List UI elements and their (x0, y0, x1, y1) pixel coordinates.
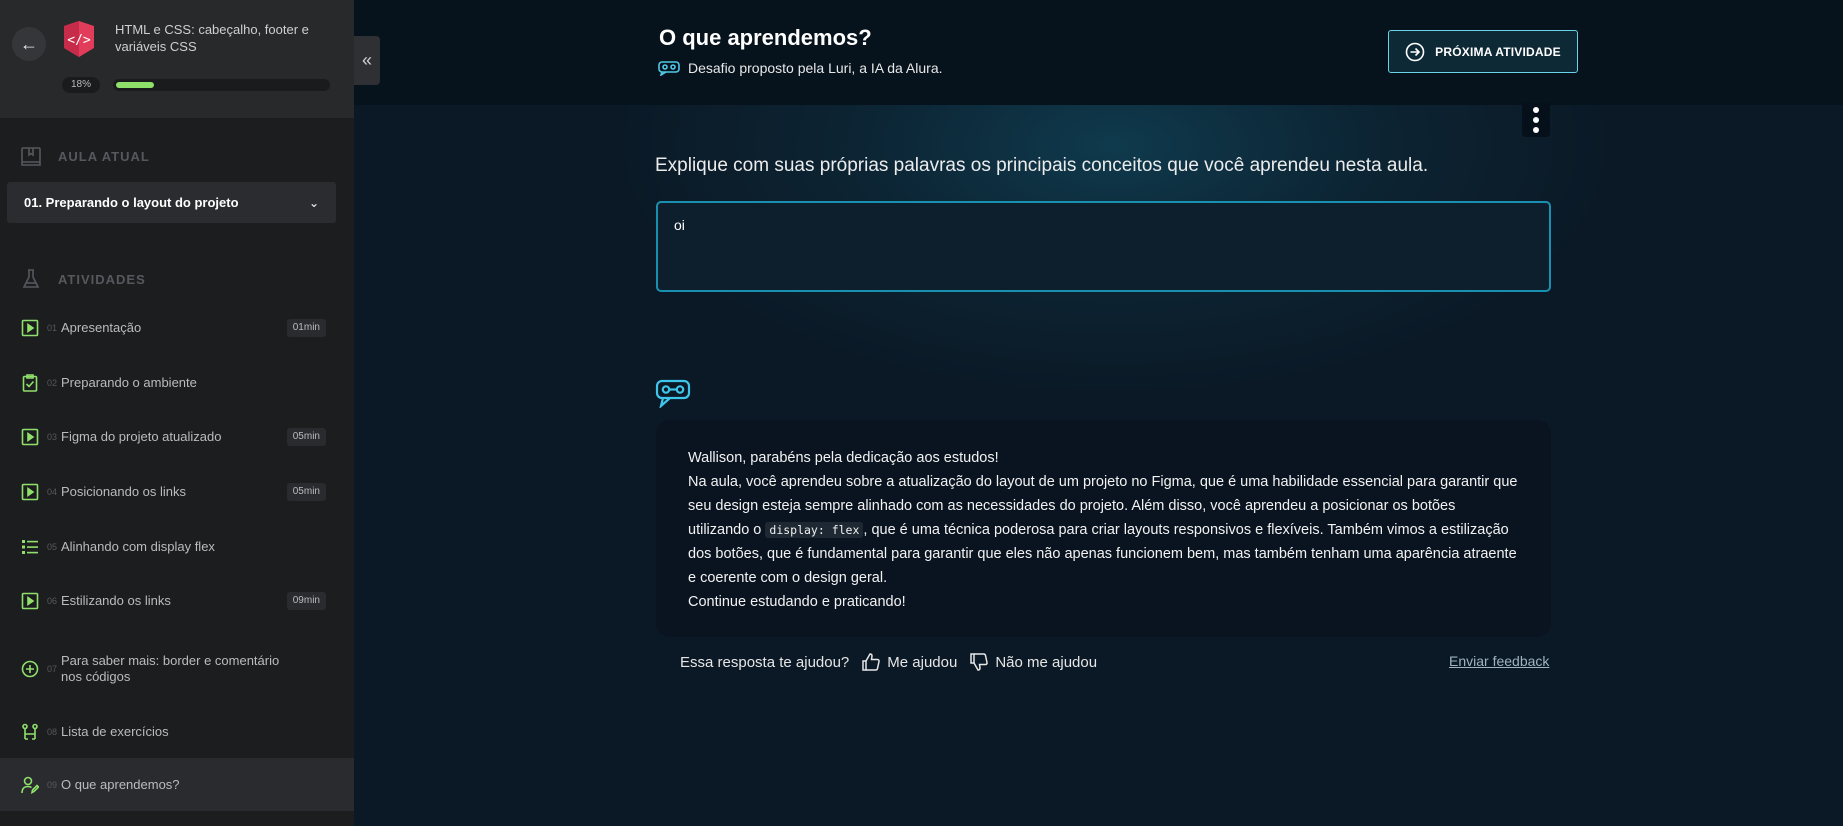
thumbs-down-icon (970, 653, 989, 671)
feedback-greeting: Wallison, parabéns pela dedicação aos es… (688, 450, 999, 466)
kebab-dot (1533, 127, 1539, 133)
exercise-icon (22, 723, 38, 740)
activity-duration: 01min (286, 319, 326, 337)
activity-item[interactable]: 03 Figma do projeto atualizado 05min (0, 417, 354, 457)
kebab-dot (1533, 107, 1539, 113)
aula-atual-label: AULA ATUAL (58, 148, 150, 164)
video-icon (21, 483, 39, 501)
feedback-card: Wallison, parabéns pela dedicação aos es… (656, 420, 1551, 637)
activity-label: Estilizando os links (61, 593, 171, 608)
progress-bar (113, 79, 330, 91)
helpful-no-button[interactable]: Não me ajudou (969, 652, 1097, 672)
activity-label: Apresentação (61, 320, 142, 335)
activity-item[interactable]: 06 Estilizando os links 09min (0, 581, 354, 621)
activity-number: 06 (47, 596, 58, 606)
helpful-row: Essa resposta te ajudou? Me ajudou Não m… (680, 652, 1097, 672)
activity-item[interactable]: 04 Posicionando os links 05min (0, 472, 354, 512)
arrow-right-circle-icon (1405, 42, 1425, 61)
progress-fill (116, 82, 154, 88)
question-prompt: Explique com suas próprias palavras os p… (655, 155, 1429, 176)
next-activity-button[interactable]: PRÓXIMA ATIVIDADE (1388, 30, 1578, 73)
feedback-code: display: flex (765, 522, 864, 538)
chevron-down-icon: ⌄ (308, 195, 319, 210)
course-badge-icon: </> (64, 21, 94, 57)
activity-label: Para saber mais: border e comentário nos… (61, 653, 280, 684)
progress-percent: 18% (62, 77, 100, 93)
luri-avatar-icon (655, 379, 691, 408)
top-bar (354, 0, 1843, 105)
activity-label: O que aprendemos? (61, 776, 180, 792)
video-icon (21, 428, 39, 446)
book-icon (21, 147, 41, 166)
back-button[interactable]: ← (12, 27, 46, 61)
clipboard-check-icon (22, 374, 38, 392)
aula-select-value: 01. Preparando o layout do projeto (24, 195, 239, 210)
list-icon (22, 540, 38, 554)
thumbs-up-icon (862, 653, 881, 671)
video-icon (21, 592, 39, 610)
helpful-yes-label: Me ajudou (887, 653, 958, 671)
activity-number: 05 (47, 542, 58, 552)
subtitle-text: Desafio proposto pela Luri, a IA da Alur… (688, 60, 943, 76)
user-edit-icon (21, 776, 39, 794)
collapse-sidebar-button[interactable]: « (354, 36, 380, 85)
aula-atual-section: AULA ATUAL (20, 145, 150, 167)
helpful-yes-button[interactable]: Me ajudou (861, 652, 957, 672)
course-title[interactable]: HTML e CSS: cabeçalho, footer e variávei… (115, 21, 315, 55)
activity-item[interactable]: 02 Preparando o ambiente (0, 363, 354, 403)
activity-item[interactable]: 08 Lista de exercícios (0, 712, 354, 752)
answer-textarea[interactable]: oi (656, 201, 1551, 292)
activity-duration: 05min (286, 428, 326, 446)
activity-number: 01 (47, 323, 58, 333)
sidebar: ← </> HTML e CSS: cabeçalho, footer e va… (0, 0, 354, 826)
subtitle: Desafio proposto pela Luri, a IA da Alur… (658, 60, 943, 76)
helpful-no-label: Não me ajudou (995, 653, 1098, 671)
activity-item[interactable]: 07 Para saber mais: border e comentário … (0, 649, 354, 689)
activity-number: 07 (47, 664, 58, 674)
atividades-label: ATIVIDADES (58, 271, 146, 287)
send-feedback-link[interactable]: Enviar feedback (1449, 653, 1549, 669)
activity-number: 04 (47, 487, 58, 497)
svg-text:</>: </> (67, 33, 91, 48)
activity-label: Figma do projeto atualizado (61, 429, 222, 444)
feedback-body: Na aula, você aprendeu sobre a atualizaç… (688, 470, 1519, 590)
helpful-question: Essa resposta te ajudou? (680, 653, 850, 671)
page-title: O que aprendemos? (659, 25, 872, 50)
plus-circle-icon (21, 660, 39, 678)
feedback-closing: Continue estudando e praticando! (688, 594, 906, 610)
activity-number: 02 (47, 378, 58, 388)
luri-icon (658, 61, 680, 76)
activity-duration: 09min (286, 592, 326, 610)
activity-item[interactable]: 05 Alinhando com display flex (0, 527, 354, 567)
course-header: ← </> HTML e CSS: cabeçalho, footer e va… (0, 0, 354, 118)
more-options-button[interactable] (1522, 103, 1550, 137)
activity-number: 03 (47, 432, 58, 442)
arrow-left-icon: ← (20, 33, 38, 54)
atividades-section: ATIVIDADES (20, 268, 146, 290)
next-activity-label: PRÓXIMA ATIVIDADE (1435, 44, 1561, 59)
activity-item[interactable]: 01 Apresentação 01min (0, 308, 354, 348)
activity-number: 09 (47, 779, 58, 790)
activity-number: 08 (47, 727, 58, 737)
activity-item-current[interactable]: 09 O que aprendemos? (0, 758, 354, 811)
activity-label: Preparando o ambiente (61, 375, 197, 390)
kebab-dot (1533, 117, 1539, 123)
flask-icon (22, 269, 40, 288)
chevrons-left-icon: « (361, 50, 372, 70)
activity-duration: 05min (286, 483, 326, 501)
video-icon (21, 319, 39, 337)
activity-label: Alinhando com display flex (61, 539, 215, 554)
aula-select[interactable]: 01. Preparando o layout do projeto ⌄ (7, 182, 336, 223)
activity-label: Posicionando os links (61, 484, 187, 499)
activity-label: Lista de exercícios (61, 724, 169, 739)
